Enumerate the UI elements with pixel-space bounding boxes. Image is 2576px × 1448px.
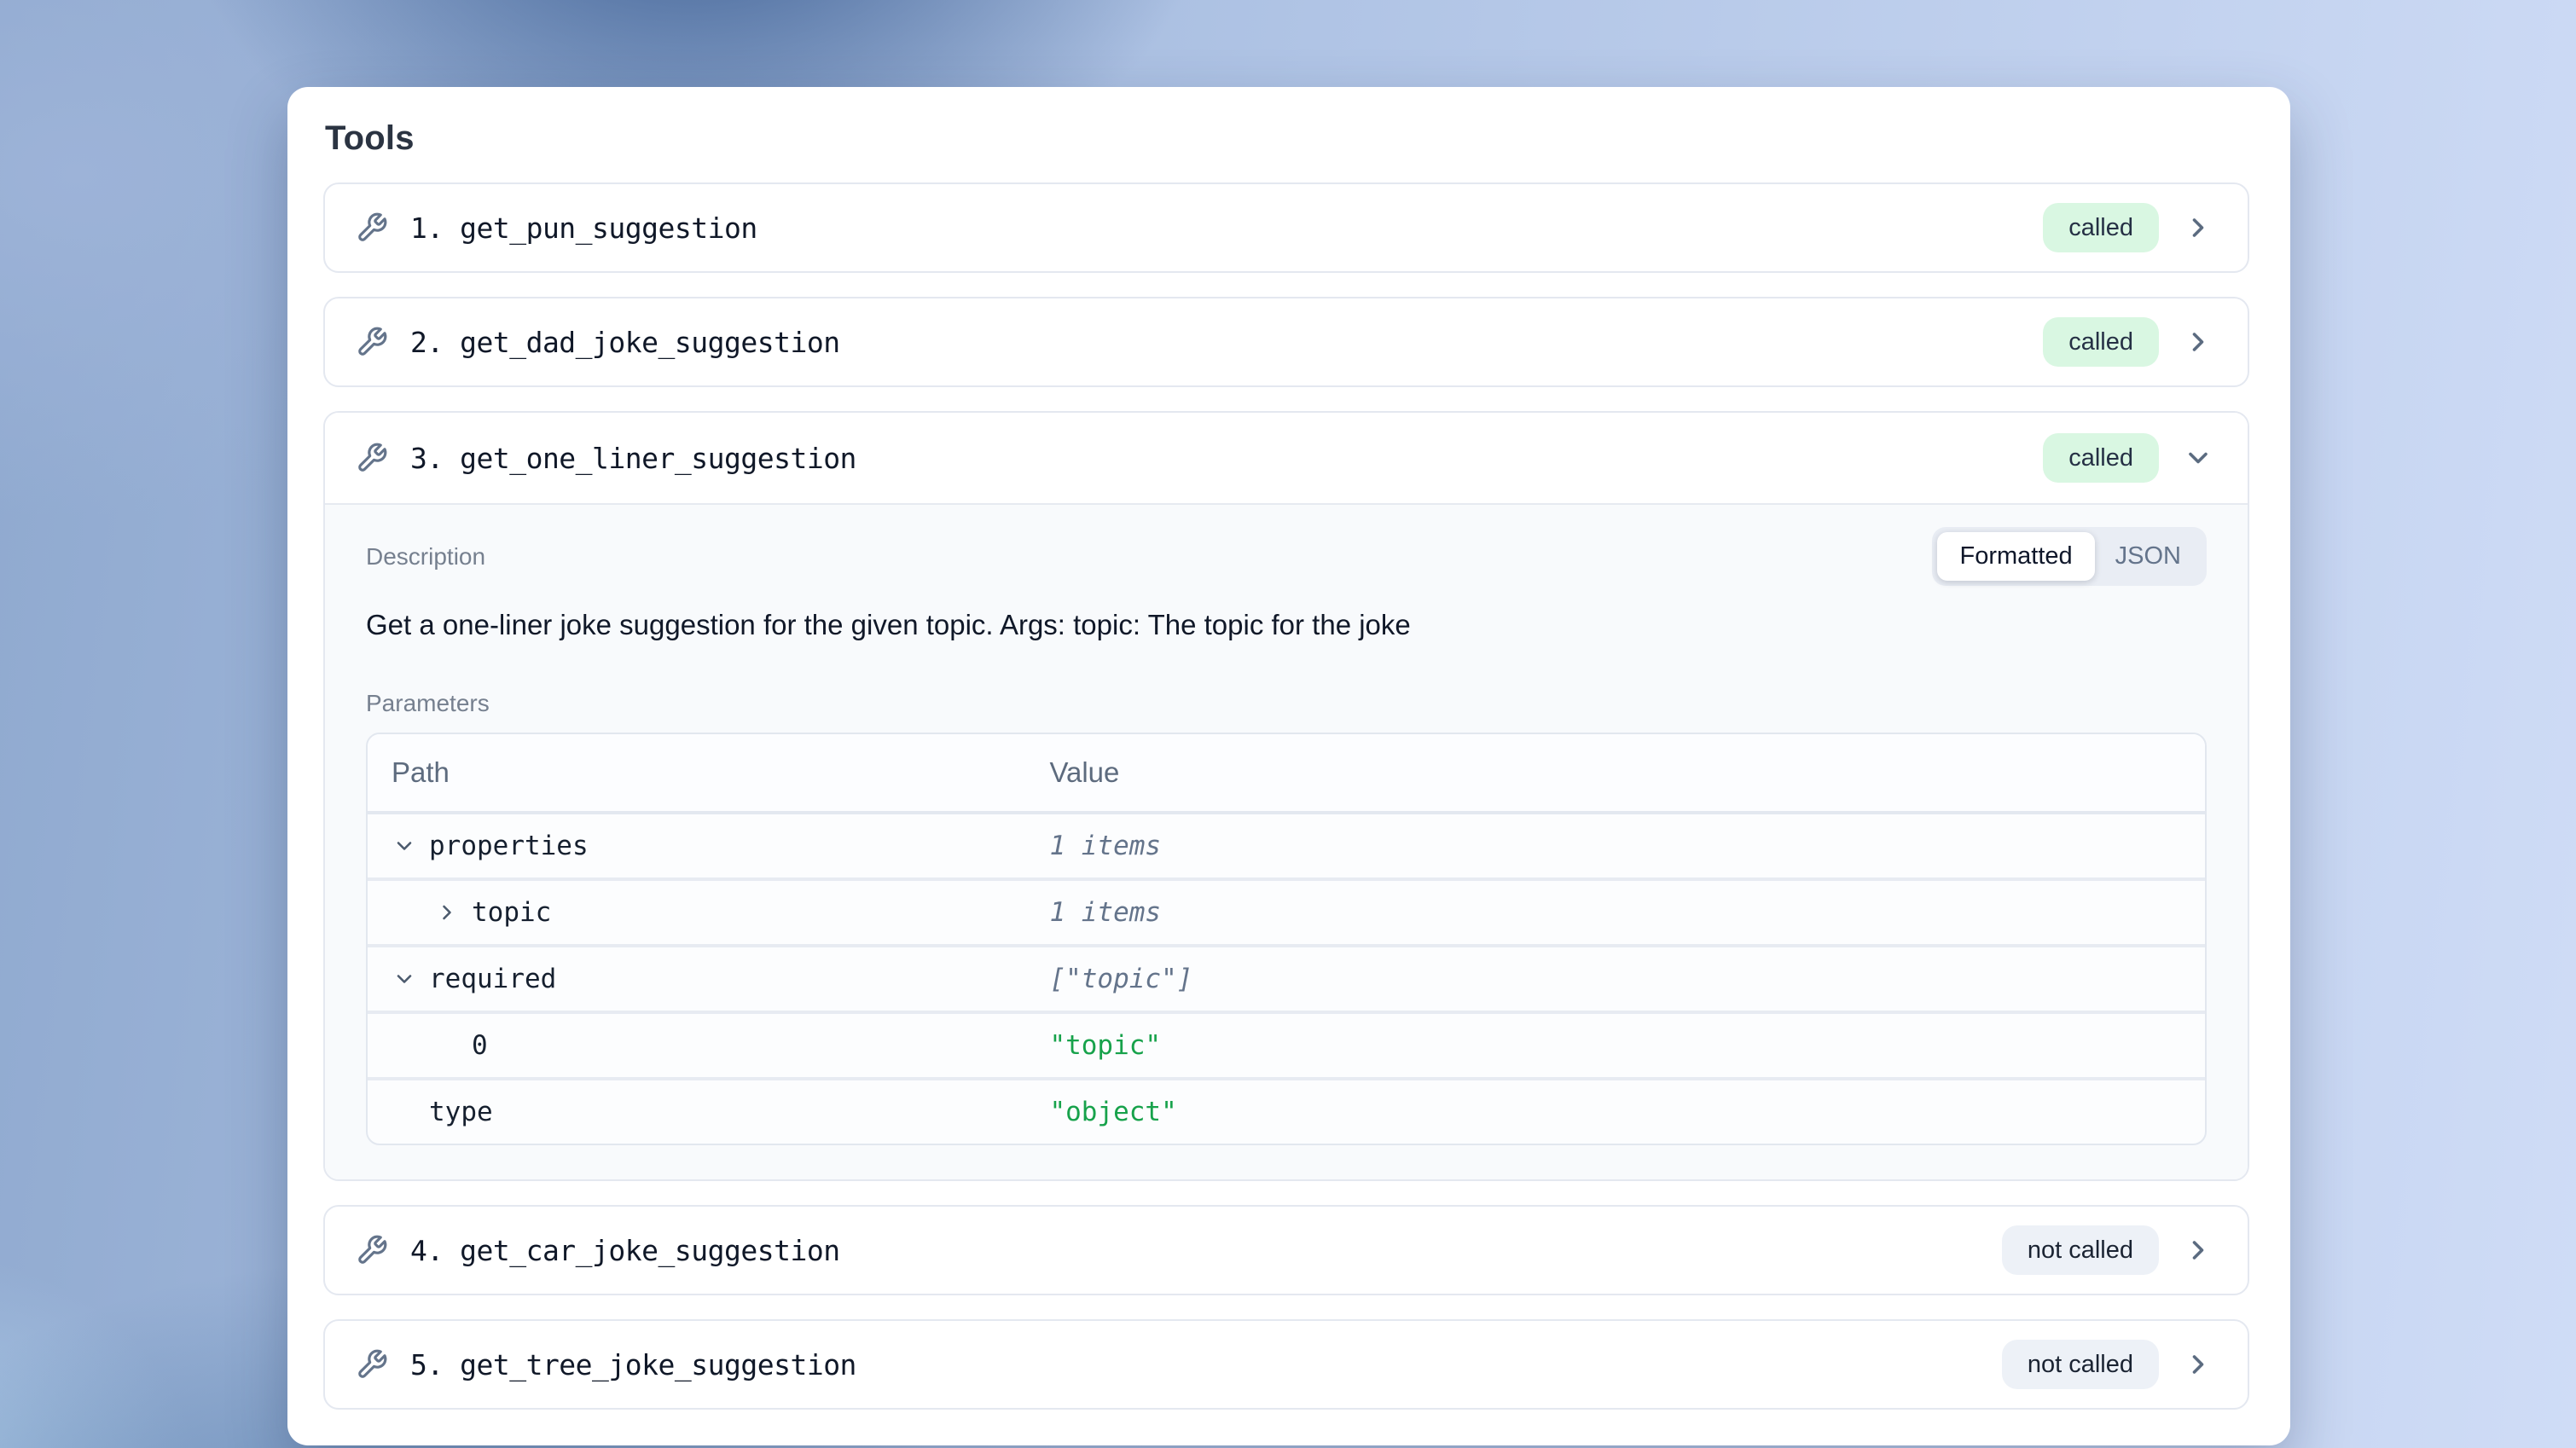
- tool-name: 5. get_tree_joke_suggestion: [410, 1348, 856, 1381]
- value-cell: ["topic"]: [1029, 964, 2205, 994]
- value-cell: "object": [1029, 1097, 2205, 1127]
- tool-row-get-tree-joke-suggestion[interactable]: 5. get_tree_joke_suggestion not called: [323, 1319, 2249, 1410]
- path-cell: 0: [472, 1030, 488, 1061]
- table-row-required: required ["topic"]: [368, 944, 2205, 1011]
- status-badge: called: [2043, 433, 2159, 483]
- status-badge: called: [2043, 317, 2159, 367]
- path-column-header: Path: [368, 756, 1029, 789]
- status-badge: not called: [2002, 1340, 2159, 1389]
- wrench-icon: [356, 211, 388, 244]
- chevron-down-icon[interactable]: [392, 966, 417, 992]
- toggle-json-button[interactable]: JSON: [2095, 532, 2202, 581]
- value-cell: 1 items: [1029, 831, 2205, 861]
- chevron-placeholder: [434, 1033, 460, 1058]
- tool-row-get-one-liner-suggestion-expanded: 3. get_one_liner_suggestion called Descr…: [323, 411, 2249, 1181]
- path-cell: properties: [429, 831, 589, 861]
- parameters-table-header: Path Value: [368, 734, 2205, 814]
- view-toggle: Formatted JSON: [1932, 527, 2207, 586]
- status-badge: called: [2043, 203, 2159, 252]
- tool-row-get-one-liner-suggestion[interactable]: 3. get_one_liner_suggestion called: [325, 413, 2248, 503]
- wrench-icon: [356, 1348, 388, 1381]
- value-cell: "topic": [1029, 1030, 2205, 1061]
- chevron-right-icon: [2183, 212, 2213, 243]
- tool-name: 2. get_dad_joke_suggestion: [410, 326, 840, 359]
- chevron-right-icon: [2183, 327, 2213, 357]
- value-cell: 1 items: [1029, 897, 2205, 928]
- description-label: Description: [366, 543, 485, 571]
- chevron-right-icon: [2183, 1349, 2213, 1380]
- wrench-icon: [356, 442, 388, 474]
- path-cell: type: [429, 1097, 493, 1127]
- path-cell: required: [429, 964, 556, 994]
- tool-detail-panel: Description Formatted JSON Get a one-lin…: [325, 503, 2248, 1179]
- table-row-required-0: 0 "topic": [368, 1011, 2205, 1077]
- chevron-right-icon[interactable]: [434, 900, 460, 925]
- tool-row-get-dad-joke-suggestion[interactable]: 2. get_dad_joke_suggestion called: [323, 297, 2249, 387]
- table-row-type: type "object": [368, 1077, 2205, 1144]
- chevron-down-icon: [2183, 443, 2213, 473]
- chevron-right-icon: [2183, 1235, 2213, 1266]
- table-row-topic: topic 1 items: [368, 877, 2205, 944]
- wrench-icon: [356, 326, 388, 358]
- panel-title: Tools: [325, 118, 2249, 159]
- tool-name: 4. get_car_joke_suggestion: [410, 1234, 840, 1267]
- table-row-properties: properties 1 items: [368, 814, 2205, 877]
- parameters-label: Parameters: [366, 690, 2207, 717]
- tool-row-get-car-joke-suggestion[interactable]: 4. get_car_joke_suggestion not called: [323, 1205, 2249, 1295]
- tools-panel: Tools 1. get_pun_suggestion called 2. ge…: [287, 87, 2290, 1445]
- toggle-formatted-button[interactable]: Formatted: [1937, 532, 2094, 581]
- tool-name: 1. get_pun_suggestion: [410, 211, 757, 245]
- wrench-icon: [356, 1234, 388, 1266]
- tool-row-get-pun-suggestion[interactable]: 1. get_pun_suggestion called: [323, 182, 2249, 273]
- tool-description-text: Get a one-liner joke suggestion for the …: [366, 606, 2207, 644]
- chevron-down-icon[interactable]: [392, 833, 417, 859]
- status-badge: not called: [2002, 1225, 2159, 1275]
- tool-name: 3. get_one_liner_suggestion: [410, 442, 856, 475]
- value-column-header: Value: [1029, 756, 2205, 789]
- chevron-placeholder: [392, 1099, 417, 1125]
- path-cell: topic: [472, 897, 551, 928]
- parameters-table: Path Value properties 1 items topic 1: [366, 733, 2207, 1145]
